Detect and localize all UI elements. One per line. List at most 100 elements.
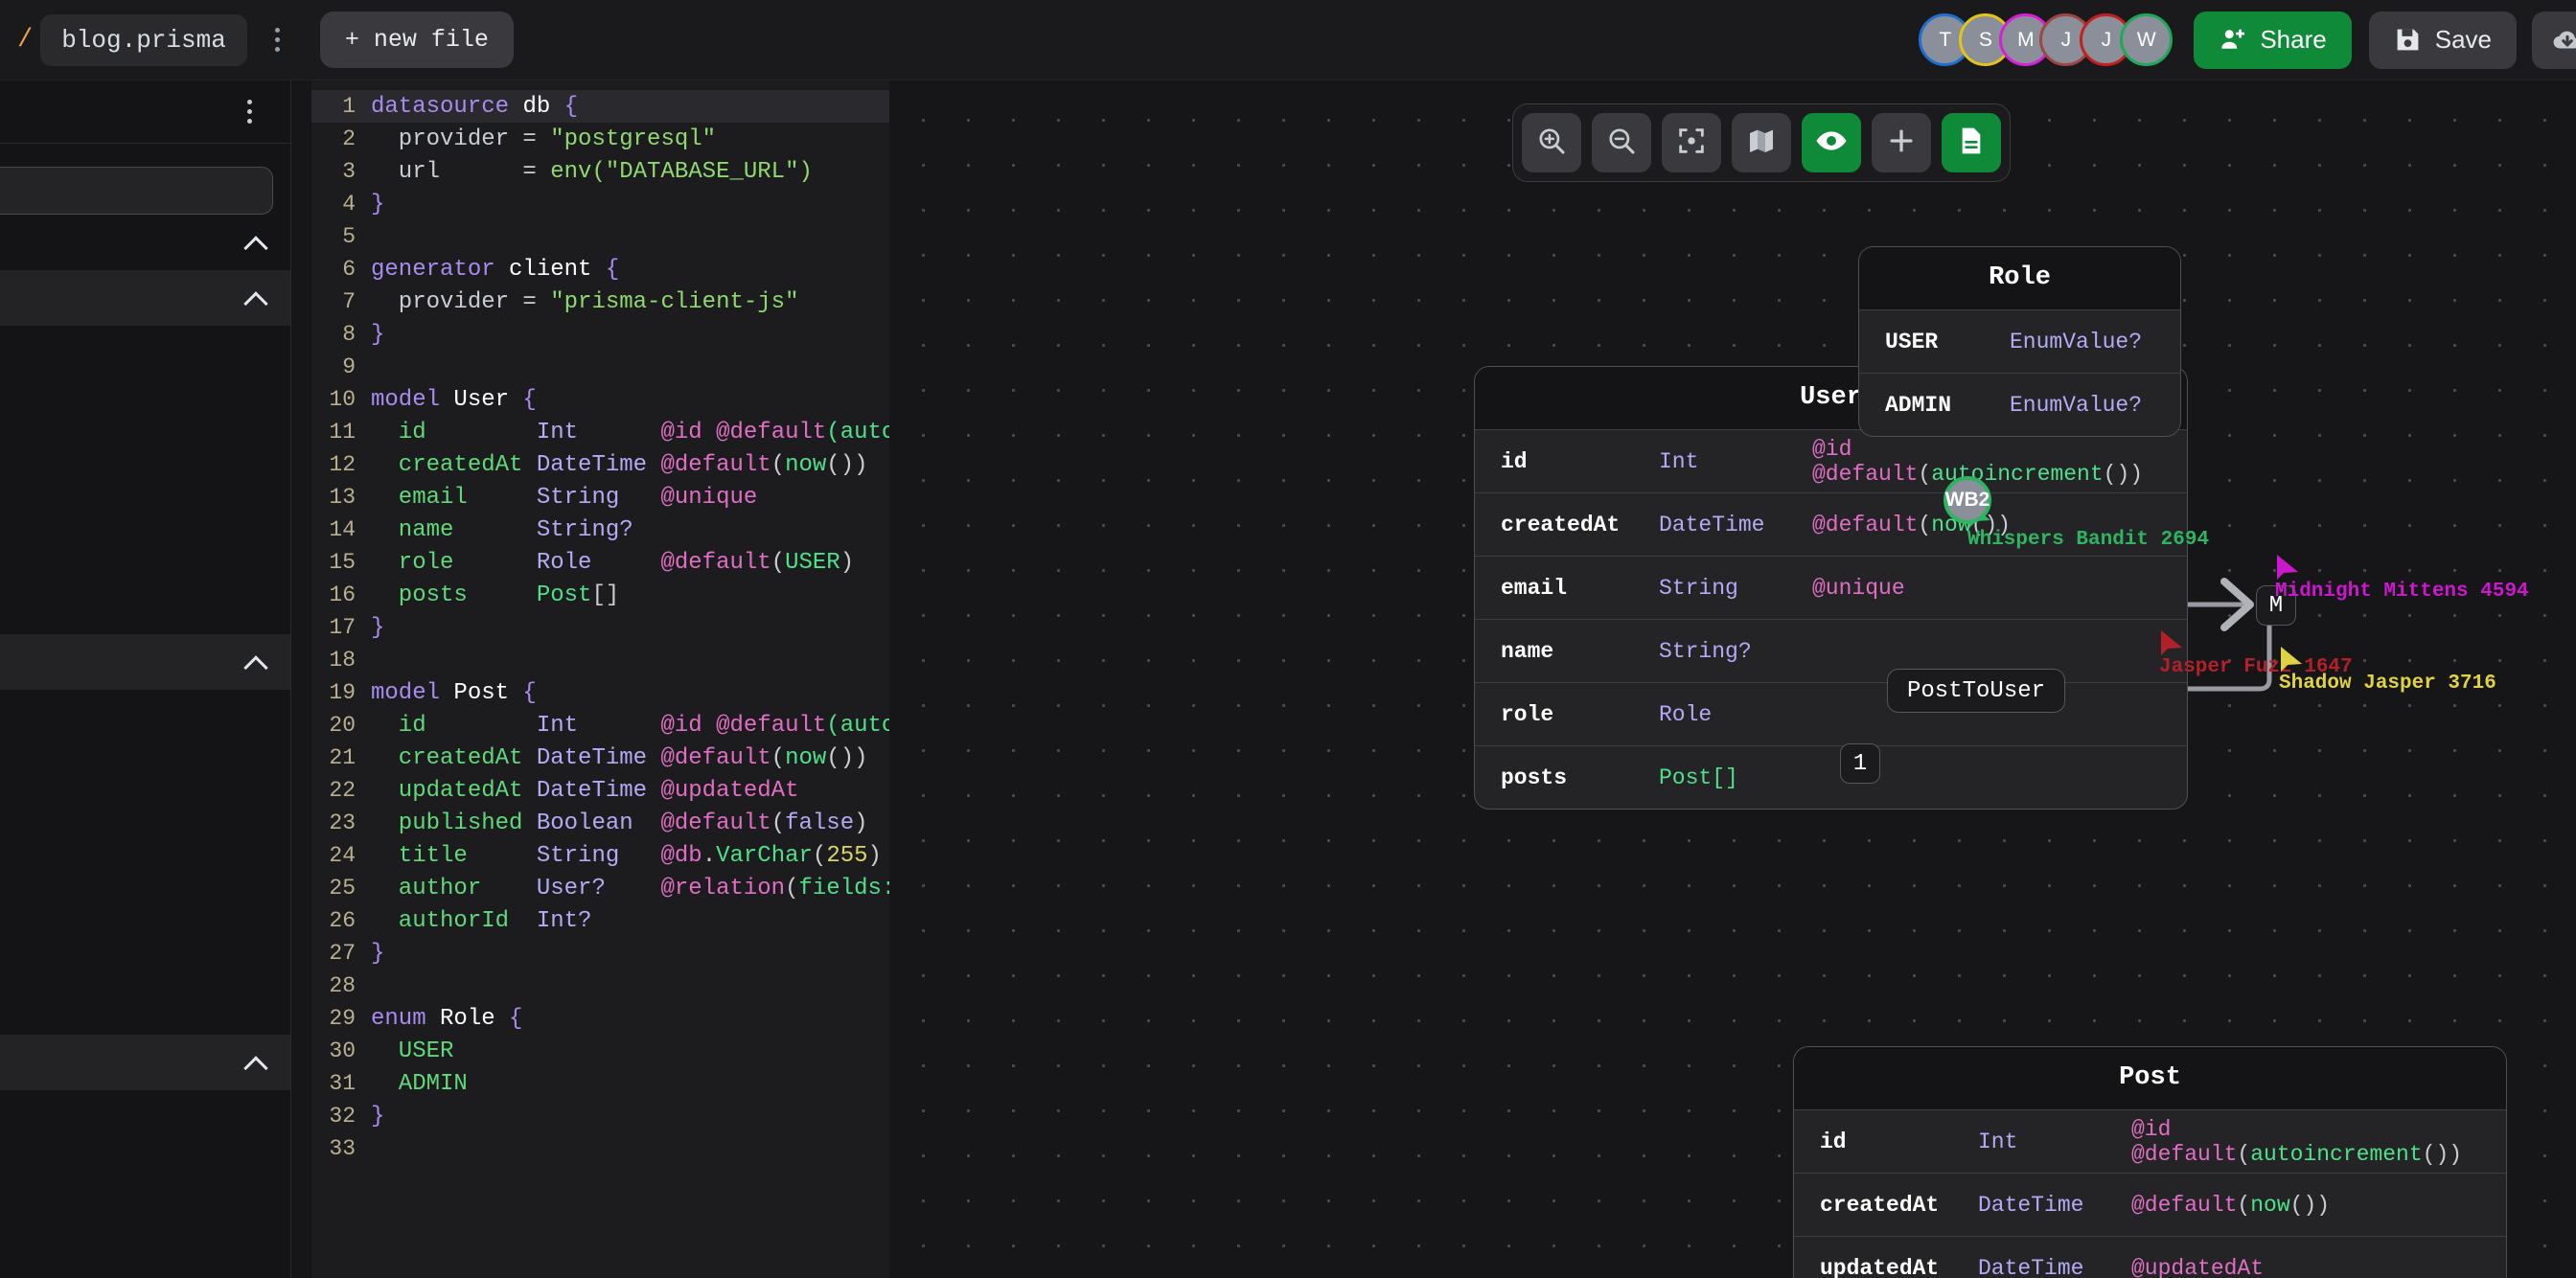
line-number: 21	[311, 745, 371, 770]
file-menu-kebab-icon[interactable]	[257, 16, 299, 64]
collaborator-avatar[interactable]: W	[2120, 13, 2173, 66]
sidebar-field-item[interactable]: e	[0, 519, 290, 577]
share-button[interactable]: Share	[2194, 11, 2351, 69]
sidebar-field-item[interactable]: lished	[0, 805, 290, 862]
field-name: email	[1501, 576, 1659, 601]
line-number: 16	[311, 582, 371, 607]
sidebar-section-header[interactable]	[0, 634, 290, 690]
sidebar-header	[0, 80, 290, 144]
sidebar-search-input[interactable]	[0, 167, 273, 215]
erd-field-row[interactable]: createdAtDateTime@default(now())	[1794, 1173, 2506, 1236]
erd-node-post[interactable]: PostidInt@id @default(autoincrement())cr…	[1793, 1046, 2507, 1278]
field-name: name	[1501, 639, 1659, 664]
code-text: id Int @id @default(autoin	[371, 420, 889, 445]
line-number: 28	[311, 973, 371, 998]
code-text: }	[371, 941, 384, 967]
sidebar-section-header[interactable]	[0, 215, 290, 270]
line-number: 20	[311, 713, 371, 738]
sidebar-field-item[interactable]: ts	[0, 577, 290, 634]
sidebar-field-item[interactable]: tedAt	[0, 747, 290, 805]
field-type: DateTime	[1978, 1256, 2131, 1278]
line-number: 1	[311, 94, 371, 119]
code-line: 28	[311, 970, 889, 1002]
erd-field-row[interactable]: idInt@id @default(autoincrement())	[1794, 1109, 2506, 1173]
document-button[interactable]	[1942, 113, 2001, 172]
minimap-button[interactable]	[1732, 113, 1791, 172]
code-text: model User {	[371, 387, 537, 413]
field-type: Post[]	[1659, 765, 1812, 790]
sidebar-field-item[interactable]: horId	[0, 977, 290, 1035]
erd-field-row[interactable]: postsPost[]	[1475, 745, 2187, 809]
code-line: 16 posts Post[]	[311, 579, 889, 611]
code-line: 21 createdAt DateTime @default(now())	[311, 742, 889, 774]
code-text: author User? @relation(fields: [	[371, 876, 889, 901]
code-text: ADMIN	[371, 1071, 468, 1097]
sidebar-field-item[interactable]: e	[0, 462, 290, 519]
top-bar: / blog.prisma + new file TSMJJW Share	[0, 0, 2576, 80]
code-line: 20 id Int @id @default(autoin	[311, 709, 889, 742]
code-line: 29enum Role {	[311, 1002, 889, 1035]
plus-button[interactable]	[1872, 113, 1931, 172]
line-number: 22	[311, 778, 371, 803]
field-name: role	[1501, 702, 1659, 727]
new-file-button[interactable]: + new file	[320, 11, 514, 68]
canvas-toolbar	[1512, 103, 2011, 182]
code-text: name String?	[371, 517, 633, 543]
line-number: 15	[311, 550, 371, 575]
code-text: }	[371, 1104, 384, 1130]
erd-field-row[interactable]: nameString?	[1475, 619, 2187, 682]
erd-field-row[interactable]: emailString@unique	[1475, 556, 2187, 619]
sidebar-field-item[interactable]: l	[0, 404, 290, 462]
line-number: 13	[311, 485, 371, 510]
zoom-in-button[interactable]	[1522, 113, 1581, 172]
line-number: 25	[311, 876, 371, 901]
code-line: 7 provider = "prisma-client-js"	[311, 285, 889, 318]
code-text: provider = "prisma-client-js"	[371, 289, 798, 315]
sidebar-field-item[interactable]: tedAt	[0, 347, 290, 404]
sidebar-field-item[interactable]: le	[0, 862, 290, 920]
code-text: }	[371, 322, 384, 348]
fit-to-view-button[interactable]	[1662, 113, 1721, 172]
code-editor[interactable]: 1datasource db {2 provider = "postgresql…	[311, 80, 889, 1278]
line-number: 9	[311, 354, 371, 379]
sidebar-field-item[interactable]: hor	[0, 920, 290, 977]
sidebar-section-header[interactable]	[0, 1035, 290, 1090]
line-number: 6	[311, 257, 371, 282]
code-text: title String @db.VarChar(255)	[371, 843, 882, 869]
erd-node-role[interactable]: RoleUSEREnumValue?ADMINEnumValue?	[1858, 246, 2181, 437]
sidebar-kebab-menu-icon[interactable]	[247, 100, 252, 124]
erd-field-row[interactable]: roleRole	[1475, 682, 2187, 745]
eye-icon	[1814, 124, 1849, 163]
erd-field-row[interactable]: USEREnumValue?	[1859, 309, 2180, 373]
document-icon	[1956, 126, 1987, 161]
sidebar-field-item[interactable]: tedAt	[0, 690, 290, 747]
code-line: 13 email String @unique	[311, 481, 889, 513]
erd-field-row[interactable]: ADMINEnumValue?	[1859, 373, 2180, 436]
sidebar-field-list: tedAtleets	[0, 347, 290, 634]
line-number: 8	[311, 322, 371, 347]
field-type: Int	[1659, 449, 1812, 474]
erd-field-row[interactable]: updatedAtDateTime@updatedAt	[1794, 1236, 2506, 1278]
field-attributes: @default(now())	[2131, 1193, 2330, 1218]
erd-canvas[interactable]: UseridInt@id @default(autoincrement())cr…	[889, 80, 2576, 1278]
save-button[interactable]: Save	[2369, 11, 2517, 69]
code-text: posts Post[]	[371, 582, 619, 608]
zoom-out-button[interactable]	[1592, 113, 1651, 172]
presence-cursor: Midnight Mittens 4594	[2275, 554, 2300, 591]
erd-field-row[interactable]: idInt@id @default(autoincrement())	[1475, 429, 2187, 492]
code-line: 1datasource db {	[311, 90, 889, 123]
download-button[interactable]	[2532, 11, 2576, 69]
cloud-download-icon	[2551, 24, 2576, 57]
code-line: 9	[311, 351, 889, 383]
eye-button[interactable]	[1802, 113, 1861, 172]
code-text: createdAt DateTime @default(now())	[371, 452, 868, 478]
sidebar-section-header[interactable]	[0, 270, 290, 326]
presence-cursor: Shadow Jasper 3716	[2279, 646, 2304, 683]
relation-label[interactable]: PostToUser	[1887, 669, 2065, 713]
top-bar-right: TSMJJW Share Save	[1919, 0, 2576, 80]
code-text: enum Role {	[371, 1006, 522, 1032]
field-name: USER	[1885, 330, 2010, 354]
code-line: 24 title String @db.VarChar(255)	[311, 839, 889, 872]
file-name-chip[interactable]: blog.prisma	[40, 14, 247, 66]
code-text: updatedAt DateTime @updatedAt	[371, 778, 798, 804]
